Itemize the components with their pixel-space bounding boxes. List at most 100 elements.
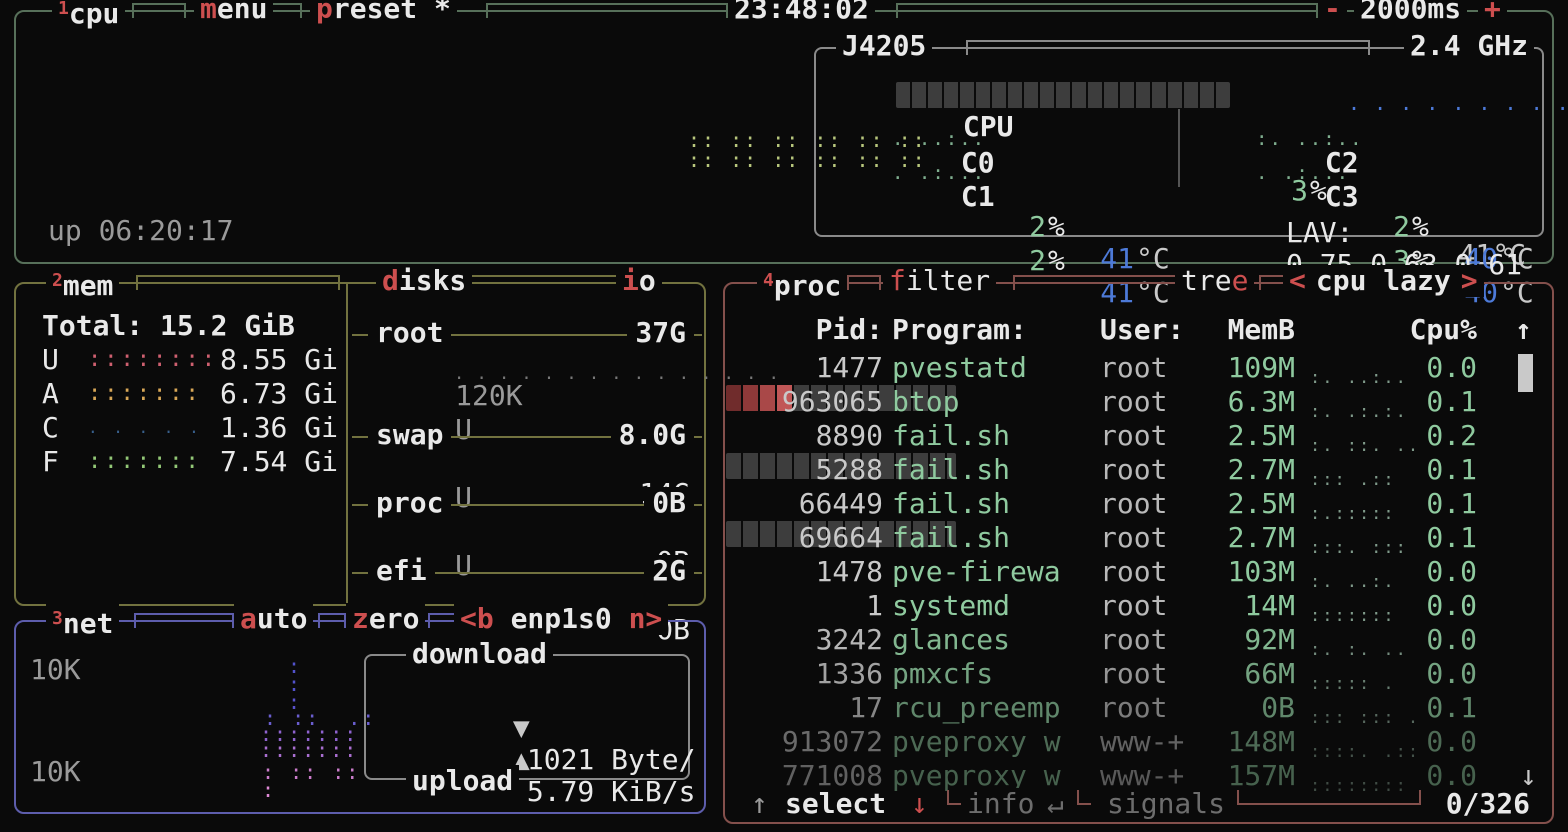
pid-cell: 1336	[743, 658, 883, 690]
auto-hotkey: a	[240, 602, 257, 635]
mem-row-value: 1.36 Gi	[220, 412, 338, 444]
net-title-label: net	[63, 607, 114, 640]
cpu-cell: 0.1	[1387, 386, 1477, 418]
border-bracket	[966, 40, 1370, 55]
border-bracket	[947, 790, 961, 805]
tree-button[interactable]: tree	[1175, 265, 1254, 297]
border-bracket	[1077, 790, 1091, 805]
filter-button[interactable]: filter	[883, 265, 996, 297]
core-graph: . .:...	[892, 157, 986, 189]
cpu-cell: 0.2	[1387, 420, 1477, 452]
zero-label: ero	[369, 602, 420, 635]
user-cell: root	[1100, 420, 1167, 452]
header-cpu[interactable]: Cpu%	[1387, 314, 1477, 346]
mem-cell: 2.5M	[1195, 488, 1295, 520]
table-row[interactable]: 66449fail.shroot2.5M:.:::::0.1	[725, 488, 1552, 522]
disk-name: swap	[368, 419, 451, 451]
proc-box-title[interactable]: 4proc	[757, 265, 847, 302]
mem-row-used: U :::::::: 8.55 Gi	[42, 344, 338, 376]
border-bracket	[428, 613, 456, 628]
percent-sign: %	[1048, 245, 1065, 277]
core-percent: 2	[1006, 245, 1046, 277]
pid-cell: 963065	[743, 386, 883, 418]
net-interface-switcher[interactable]: <b enp1s0 n>	[454, 603, 668, 635]
cpu-box-title[interactable]: 1cpu	[52, 0, 125, 30]
table-row[interactable]: 3242glancesroot92M:. :. ..0.0	[725, 624, 1552, 658]
sort-prev-button[interactable]: <	[1289, 264, 1306, 297]
cpu-temp-graph: . . . . . . . . .	[1348, 93, 1568, 113]
program-cell: fail.sh	[892, 454, 1010, 486]
table-row[interactable]: 913072pveproxy wwww-+148M::::. .::0.0	[725, 726, 1552, 760]
proc-footer: ↑ select ↓ info ↵ signals 0/326	[725, 788, 1552, 822]
info-button[interactable]: info	[963, 788, 1038, 820]
clock: 23:48:02	[728, 0, 875, 25]
header-mem[interactable]: MemB	[1195, 314, 1295, 346]
pid-cell: 1	[743, 590, 883, 622]
net-zero-button[interactable]: zero	[346, 603, 425, 635]
mem-row-value: 7.54 Gi	[220, 446, 338, 478]
menu-hotkey: m	[200, 0, 217, 25]
program-cell: btop	[892, 386, 959, 418]
mem-cell: 6.3M	[1195, 386, 1295, 418]
table-row[interactable]: 1systemdroot14M:::::::0.0	[725, 590, 1552, 624]
mem-cell: 109M	[1195, 352, 1295, 384]
pid-cell: 5288	[743, 454, 883, 486]
pid-cell: 17	[743, 692, 883, 724]
table-row[interactable]: 5288fail.shroot2.7M::: .::0.1	[725, 454, 1552, 488]
table-row[interactable]: 1477pvestatdroot109M:. ..:..0.0	[725, 352, 1552, 386]
cpu-total-bar	[896, 82, 1230, 108]
table-row[interactable]: 69664fail.shroot2.7M:::. :::0.1	[725, 522, 1552, 556]
net-scale-bottom: 10K	[30, 756, 81, 788]
user-cell: root	[1100, 624, 1167, 656]
header-program[interactable]: Program:	[892, 314, 1027, 346]
cpu-cell: 0.0	[1387, 352, 1477, 384]
interval-decrease-button[interactable]: -	[1318, 0, 1347, 25]
header-user[interactable]: User:	[1100, 314, 1184, 346]
select-button[interactable]: select	[781, 788, 890, 820]
mem-row-cached: C . . . . . 1.36 Gi	[42, 412, 338, 444]
border-bracket	[318, 613, 346, 628]
cpu-cell: 0.0	[1387, 556, 1477, 588]
table-row[interactable]: 17rcu_preemproot0B::: ::: .0.1	[725, 692, 1552, 726]
core-column-divider	[1178, 109, 1180, 187]
header-pid[interactable]: Pid:	[743, 314, 883, 346]
table-row[interactable]: 1478pve-firewaroot103M:. ..:.0.0	[725, 556, 1552, 590]
signals-button[interactable]: signals	[1103, 788, 1229, 820]
cpu-cell: 0.0	[1387, 658, 1477, 690]
box-number: 4	[763, 270, 774, 291]
scroll-up-icon[interactable]: ↑	[1515, 314, 1532, 346]
border-bracket	[896, 3, 1318, 18]
mem-cell: 0B	[1195, 692, 1295, 724]
net-box-title[interactable]: 3net	[46, 603, 119, 640]
border-bracket	[847, 275, 881, 290]
used-label: U	[455, 481, 472, 514]
preset-label: reset *	[333, 0, 451, 25]
table-row[interactable]: 1336pmxcfsroot66M::::: .0.0	[725, 658, 1552, 692]
auto-label: uto	[257, 602, 308, 635]
upload-speed: 5.79 KiB/s	[527, 775, 696, 808]
filter-label: ilter	[906, 264, 990, 297]
sort-next-button[interactable]: >	[1461, 264, 1478, 297]
net-auto-button[interactable]: auto	[234, 603, 313, 635]
disk-size: 8.0G	[611, 419, 694, 451]
mem-box: 2mem disks io Total: 15.2 GiB U ::::::::…	[14, 282, 706, 606]
select-down-icon[interactable]: ↓	[907, 788, 932, 820]
mem-row-label: U	[42, 344, 88, 376]
select-up-icon[interactable]: ↑	[747, 788, 772, 820]
cpu-detail-box: J4205 2.4 GHz CPU 3% . . . . . . . . . 4…	[814, 47, 1544, 237]
preset-button[interactable]: preset *	[310, 0, 457, 25]
program-cell: rcu_preemp	[892, 692, 1061, 724]
next-interface-button[interactable]: n>	[629, 602, 663, 635]
table-row[interactable]: 8890fail.shroot2.5M:. ::. ..0.2	[725, 420, 1552, 454]
interval-increase-button[interactable]: +	[1478, 0, 1507, 25]
program-cell: pvestatd	[892, 352, 1027, 384]
table-row[interactable]: 963065btoproot6.3M:. .:.:.0.1	[725, 386, 1552, 420]
mem-box-title[interactable]: 2mem	[46, 265, 119, 302]
sort-selector[interactable]: <cpu lazy>	[1283, 265, 1484, 297]
menu-button[interactable]: menu	[194, 0, 273, 25]
cpu-cell: 0.1	[1387, 692, 1477, 724]
disk-rule: efi 2G	[352, 572, 702, 574]
disks-toggle[interactable]: disks	[376, 265, 472, 297]
io-toggle[interactable]: io	[616, 265, 662, 297]
prev-interface-button[interactable]: <b	[460, 602, 494, 635]
